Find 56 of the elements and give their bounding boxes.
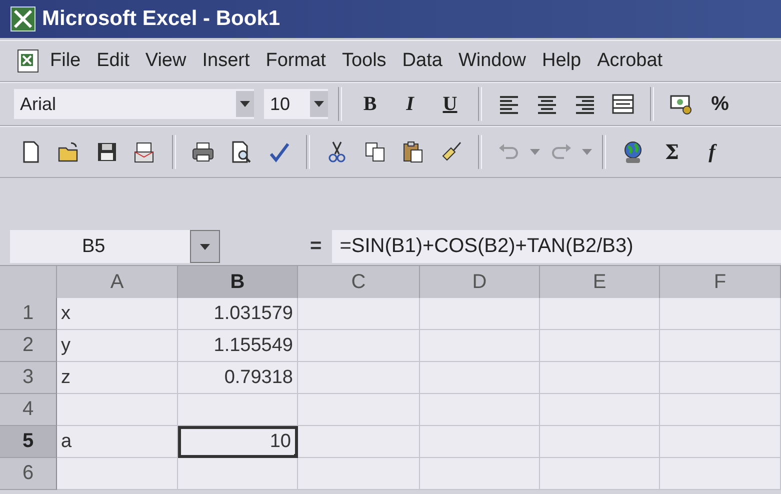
font-size-dropdown[interactable]: 10: [264, 89, 328, 119]
dropdown-arrow-icon: [240, 101, 250, 107]
row-header[interactable]: 5: [0, 426, 57, 458]
column-header[interactable]: A: [57, 266, 178, 300]
menu-item[interactable]: Acrobat: [589, 46, 671, 76]
autosum-button[interactable]: Σ: [654, 140, 690, 164]
table-cell[interactable]: z: [57, 362, 178, 394]
name-box-dropdown[interactable]: [190, 230, 220, 263]
spelling-check-icon[interactable]: [267, 140, 291, 164]
app-icon: [10, 6, 36, 32]
menu-item[interactable]: Tools: [334, 46, 394, 76]
menu-item[interactable]: Insert: [194, 46, 258, 76]
table-cell[interactable]: 10: [178, 426, 298, 458]
row-header[interactable]: 3: [0, 362, 57, 394]
dropdown-arrow-icon: [314, 101, 324, 107]
select-all-corner[interactable]: [0, 266, 57, 300]
name-box[interactable]: B5: [10, 230, 190, 263]
italic-button[interactable]: I: [392, 92, 428, 116]
function-button[interactable]: f: [694, 140, 730, 164]
row-header[interactable]: 6: [0, 458, 57, 490]
menu-item[interactable]: Help: [534, 46, 590, 76]
dropdown-arrow-icon: [530, 149, 540, 155]
percent-button[interactable]: %: [702, 92, 738, 116]
window-title: Microsoft Excel - Book1: [42, 7, 280, 31]
paste-icon[interactable]: [401, 140, 425, 164]
table-cell[interactable]: a: [57, 426, 178, 458]
row-header[interactable]: 1: [0, 298, 57, 330]
column-header[interactable]: B: [178, 266, 298, 300]
dropdown-arrow-icon: [200, 244, 210, 250]
column-header[interactable]: C: [298, 266, 420, 300]
menu-item[interactable]: Data: [394, 46, 450, 76]
table-cell[interactable]: y: [57, 330, 178, 362]
printer-icon[interactable]: [191, 140, 215, 164]
dropdown-arrow-icon: [582, 149, 592, 155]
font-dropdown[interactable]: Arial: [14, 89, 254, 119]
table-cell[interactable]: 0.79318: [178, 362, 298, 394]
bold-button[interactable]: B: [352, 92, 388, 116]
formula-field[interactable]: =SIN(B1)+COS(B2)+TAN(B2/B3): [332, 230, 781, 263]
merge-center-icon[interactable]: [611, 92, 635, 116]
column-header[interactable]: F: [660, 266, 781, 300]
menu-item[interactable]: Window: [450, 46, 534, 76]
table-cell[interactable]: 1.031579: [178, 298, 298, 330]
row-header[interactable]: 2: [0, 330, 57, 362]
menu-item[interactable]: View: [137, 46, 194, 76]
save-icon[interactable]: [95, 140, 119, 164]
menu-item[interactable]: Edit: [88, 46, 138, 76]
column-header[interactable]: D: [420, 266, 540, 300]
menu-item[interactable]: Format: [258, 46, 334, 76]
column-header[interactable]: E: [540, 266, 660, 300]
table-cell[interactable]: 1.155549: [178, 330, 298, 362]
equals-label: =: [310, 235, 322, 258]
table-cell[interactable]: x: [57, 298, 178, 330]
row-header[interactable]: 4: [0, 394, 57, 426]
menu-item[interactable]: File: [42, 46, 89, 76]
underline-button[interactable]: U: [432, 92, 468, 116]
copy-icon[interactable]: [363, 140, 387, 164]
